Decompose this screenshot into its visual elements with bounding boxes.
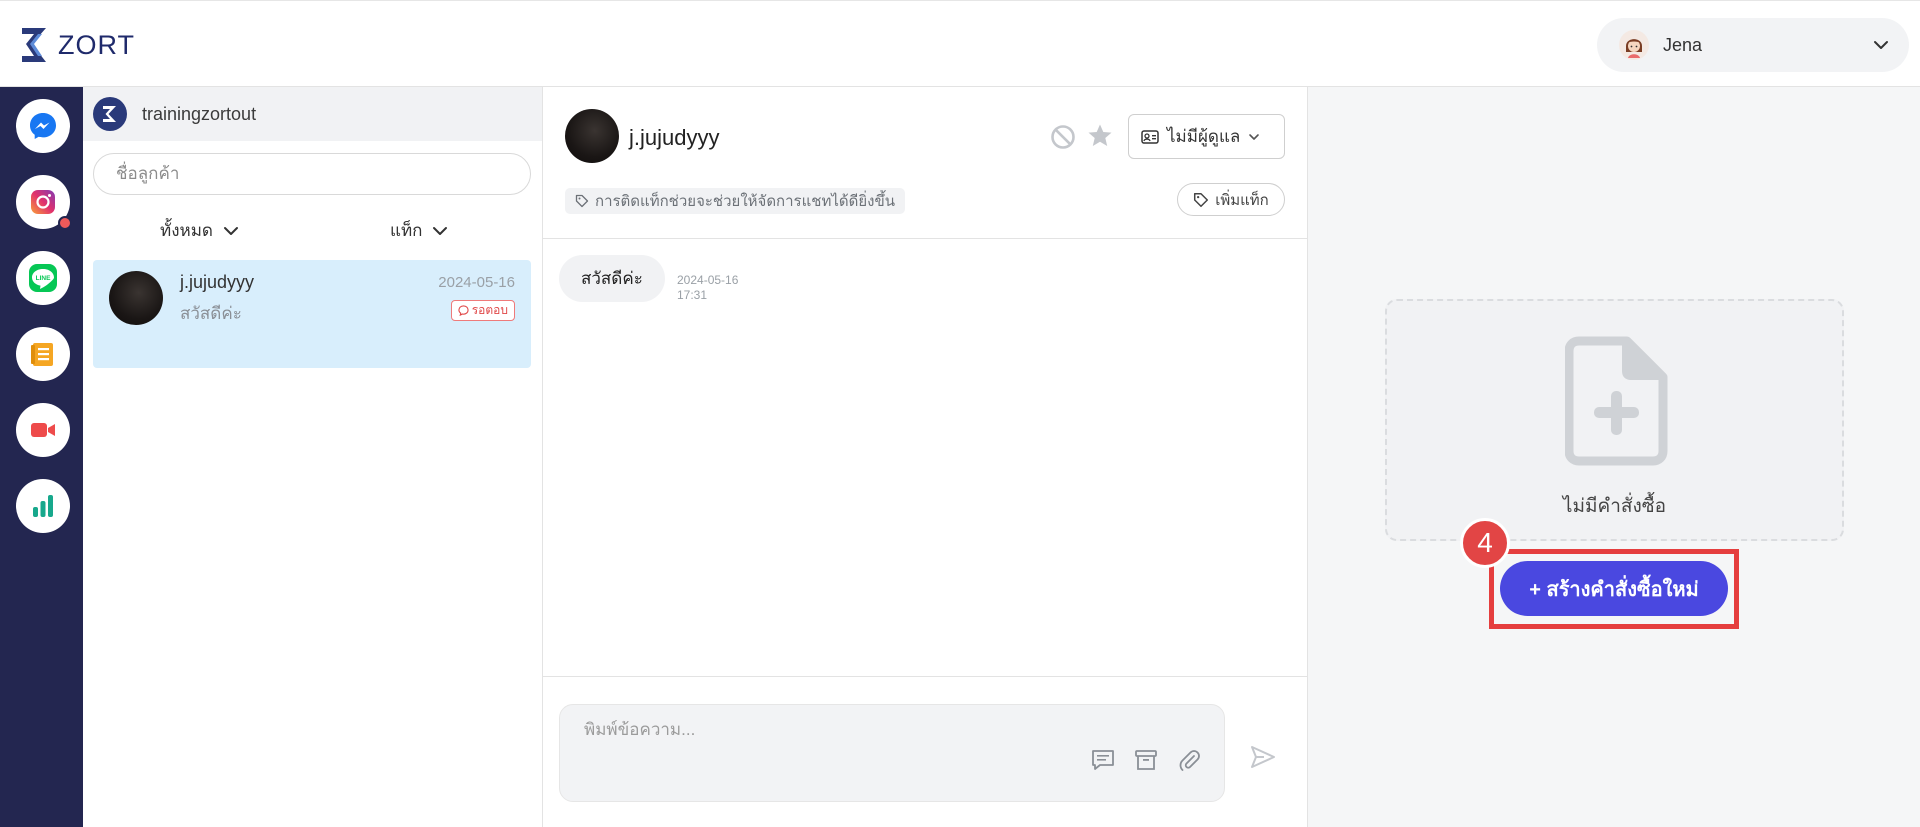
add-tag-button[interactable]: เพิ่มแท็ก [1177,183,1285,216]
tag-hint-text: การติดแท็กช่วยจะช่วยให้จัดการแชทได้ดียิ่… [595,193,895,210]
assignee-label: ไม่มีผู้ดูแล [1167,127,1241,146]
badge-label: รอตอบ [471,303,508,317]
rail-analytics-button[interactable] [16,479,70,533]
message-time: 17:31 [677,288,708,302]
tutorial-step-badge: 4 [1460,518,1510,568]
conversation-list-panel: trainingzortout ทั้งหมด แท็ก j.jujudyyy … [83,87,543,827]
chart-icon [33,495,53,517]
compose-box [559,704,1225,802]
rail-notes-button[interactable] [16,327,70,381]
video-icon [31,423,55,437]
order-panel: ไม่มีคำสั่งซื้อ + สร้างคำสั่งซื้อใหม่ 4 [1308,87,1920,827]
send-icon[interactable] [1249,743,1277,771]
messenger-icon [30,113,56,139]
user-avatar [1619,30,1649,60]
rail-line-button[interactable]: LINE [16,251,70,305]
filter-tag-label: แท็ก [390,221,423,240]
message-timestamp: 2024-05-16 17:31 [677,273,738,303]
chat-panel: j.jujudyyy ไม่มีผู้ดูแล การติดแท็กช่วยจะ… [543,87,1308,827]
shop-logo-icon [93,97,127,131]
tag-icon [1194,192,1209,207]
avatar-girl-icon [1626,39,1642,58]
star-icon[interactable] [1086,122,1114,150]
chevron-down-icon [1249,133,1260,140]
message-date: 2024-05-16 [677,273,739,287]
rail-instagram-button[interactable] [16,175,72,230]
chevron-down-icon [1874,41,1888,49]
id-card-icon [1141,129,1159,144]
notes-icon [31,343,53,366]
channel-rail: LINE [0,87,83,827]
create-order-button[interactable]: + สร้างคำสั่งซื้อใหม่ [1500,561,1728,616]
zort-logo-icon [22,28,46,62]
chevron-down-icon [223,226,238,235]
user-menu[interactable]: Jena [1597,18,1909,72]
quick-reply-icon[interactable] [1090,747,1116,773]
conversation-date: 2024-05-16 [438,274,515,291]
shop-selector[interactable]: trainingzortout [83,87,542,141]
svg-text:LINE: LINE [36,275,51,282]
contact-name: j.jujudyyy [629,125,720,150]
rail-messenger-button[interactable] [16,99,70,153]
compose-area [543,676,1308,827]
message-text: สวัสดีค่ะ [581,269,643,288]
assignee-dropdown[interactable]: ไม่มีผู้ดูแล [1128,114,1285,159]
block-icon[interactable] [1050,124,1076,150]
message-input[interactable] [584,717,1004,743]
filter-all-label: ทั้งหมด [160,221,213,240]
rail-video-button[interactable] [16,403,70,457]
empty-orders-label: ไม่มีคำสั่งซื้อ [1562,496,1667,517]
add-tag-label: เพิ่มแท็ก [1215,191,1269,209]
conversation-item[interactable]: j.jujudyyy สวัสดีค่ะ 2024-05-16 รอตอบ [93,260,531,368]
customer-search-input[interactable] [93,153,531,195]
tag-hint: การติดแท็กช่วยจะช่วยให้จัดการแชทได้ดียิ่… [565,188,905,214]
incoming-message: สวัสดีค่ะ [559,255,665,302]
conversation-name: j.jujudyyy [180,272,255,292]
new-document-icon [1565,336,1668,466]
user-name: Jena [1663,34,1703,55]
conversation-preview: สวัสดีค่ะ [180,304,242,323]
chevron-down-icon [433,226,448,235]
zort-logo[interactable]: ZORT [20,25,135,65]
chat-header: j.jujudyyy ไม่มีผู้ดูแล การติดแท็กช่วยจะ… [543,87,1308,239]
shop-name: trainingzortout [142,103,257,124]
attachment-icon[interactable] [1176,747,1202,773]
logo-text: ZORT [58,29,135,60]
empty-orders-box: ไม่มีคำสั่งซื้อ [1385,299,1844,541]
tag-icon [575,194,589,208]
archive-icon[interactable] [1133,747,1159,773]
awaiting-reply-badge: รอตอบ [450,300,515,321]
notification-dot [58,216,72,230]
chat-bubble-icon [458,305,469,316]
line-icon: LINE [29,264,57,292]
top-header: ZORT Jena [0,0,1920,87]
instagram-icon [31,190,55,214]
filter-tag-dropdown[interactable]: แท็ก [390,217,448,244]
filter-all-dropdown[interactable]: ทั้งหมด [160,217,239,244]
contact-avatar [565,109,619,163]
customer-avatar [109,271,163,325]
